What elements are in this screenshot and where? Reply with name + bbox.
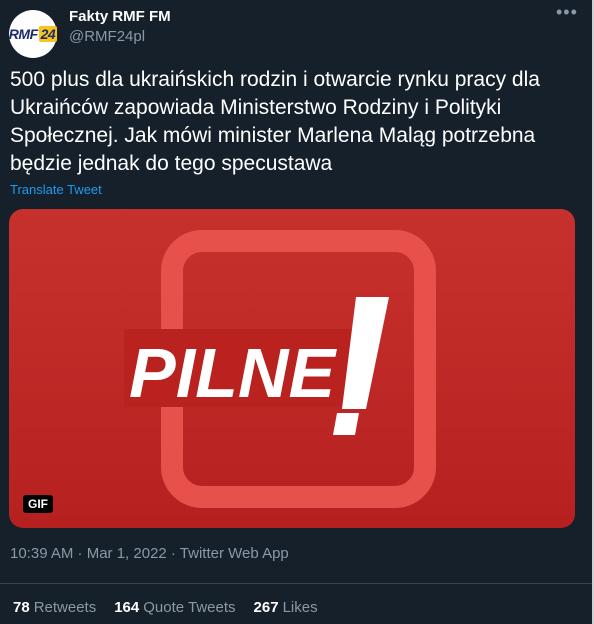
tweet-text: 500 plus dla ukraińskich rodzin i otwarc… (10, 68, 540, 175)
avatar[interactable]: RMF 24 (8, 10, 58, 58)
more-icon[interactable]: ••• (556, 2, 578, 23)
user-handle[interactable]: @RMF24pl (69, 28, 145, 45)
retweets-stat[interactable]: 78 Retweets (13, 599, 96, 616)
rmf24-logo: RMF 24 (8, 26, 58, 42)
divider (0, 583, 594, 584)
tweet-stats: 78 Retweets 164 Quote Tweets 267 Likes (13, 599, 318, 616)
gif-badge: GIF (23, 495, 53, 513)
likes-stat[interactable]: 267 Likes (254, 599, 318, 616)
tweet-timestamp[interactable]: 10:39 AM · Mar 1, 2022 · Twitter Web App (10, 545, 289, 562)
pilne-text: PILNE (129, 334, 337, 412)
display-name[interactable]: Fakty RMF FM (69, 8, 171, 25)
quote-tweets-stat[interactable]: 164 Quote Tweets (114, 599, 235, 616)
gif-media[interactable]: PILNE GIF (9, 209, 575, 528)
exclamation-bar (342, 297, 389, 409)
pilne-graphic: PILNE (124, 230, 436, 508)
translate-tweet-link[interactable]: Translate Tweet (10, 182, 102, 197)
exclamation-dot (333, 413, 359, 435)
